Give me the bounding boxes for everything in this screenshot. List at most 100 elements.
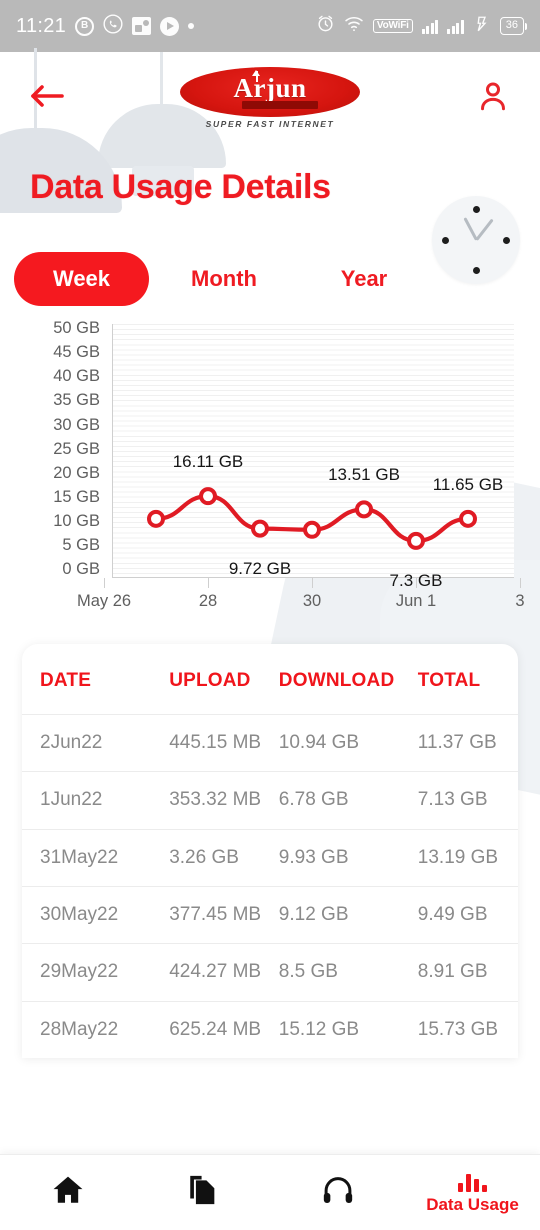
status-bar-left: 11:21 B — [16, 13, 195, 39]
chart-data-point[interactable] — [251, 519, 269, 538]
signal-icon — [421, 19, 439, 34]
chart-data-point[interactable] — [459, 509, 477, 528]
profile-button[interactable] — [470, 75, 516, 121]
chart-y-tick-label: 45 GB — [53, 343, 100, 362]
cell-download: 6.78 GB — [278, 789, 349, 811]
cell-upload: 3.26 GB — [169, 846, 239, 868]
chart-x-tick-label: 3 — [515, 592, 525, 610]
documents-icon — [186, 1173, 220, 1212]
nav-item-data-usage[interactable]: Data Usage — [413, 1170, 533, 1215]
tab-week[interactable]: Week — [14, 252, 149, 306]
cell-date: 2Jun22 — [40, 732, 103, 753]
column-header-download: DOWNLOAD — [278, 670, 395, 691]
chart-x-tick-label: Jun 1 — [395, 592, 437, 610]
chart-x-tick — [312, 578, 314, 588]
tab-year[interactable]: Year — [299, 252, 429, 306]
nav-item-documents[interactable] — [143, 1173, 263, 1212]
chart-y-tick-label: 15 GB — [53, 487, 100, 506]
chart-data-point[interactable] — [407, 531, 425, 550]
cell-date: 1Jun22 — [40, 789, 103, 811]
table-row[interactable]: 29May22 424.27 MB 8.5 GB 8.91 GB — [22, 943, 518, 1000]
chart-y-tick-label: 25 GB — [53, 439, 100, 458]
chart-y-tick-label: 40 GB — [53, 367, 100, 386]
clock-tick — [442, 237, 449, 244]
cell-download: 10.94 GB — [278, 732, 360, 753]
table-row[interactable]: 31May22 3.26 GB 9.93 GB 13.19 GB — [22, 828, 518, 886]
chart-y-axis: 50 GB 45 GB 40 GB 35 GB 30 GB 25 GB 20 GB 15 GB… — [26, 320, 100, 578]
column-header-total: TOTAL — [417, 670, 481, 691]
chart-x-tick-label: 30 — [302, 592, 322, 610]
usage-line-chart: 50 GB 45 GB 40 GB 35 GB 30 GB 25 GB 20 GB 15 GB… — [0, 312, 540, 632]
table-body: 2Jun22 445.15 MB 10.94 GB 11.37 GB 1Jun22 353… — [22, 714, 518, 1058]
cell-download: 15.12 GB — [278, 1018, 360, 1040]
home-icon — [51, 1173, 85, 1212]
bar-chart-icon — [458, 1170, 487, 1192]
cell-total: 7.13 GB — [417, 789, 488, 811]
table-row[interactable]: 1Jun22 353.32 MB 6.78 GB 7.13 GB — [22, 771, 518, 828]
cell-upload: 377.45 MB — [169, 903, 262, 925]
arrow-left-icon — [28, 81, 66, 116]
cell-date: 28May22 — [40, 1018, 119, 1040]
vibrate-icon — [473, 15, 491, 38]
cell-total: 9.49 GB — [417, 903, 488, 925]
logo-wordmark: Arjun — [233, 72, 307, 103]
chart-x-tick — [520, 578, 522, 588]
clock-tick — [503, 237, 510, 244]
chart-x-tick — [208, 578, 210, 588]
battery-icon: 36 — [499, 17, 528, 35]
cell-download: 8.5 GB — [278, 961, 338, 983]
chart-data-point[interactable] — [199, 487, 217, 506]
chart-point-value-label: 9.72 GB — [228, 558, 292, 578]
cell-upload: 625.24 MB — [169, 1018, 262, 1040]
cell-download: 9.12 GB — [278, 903, 349, 925]
chart-point-value-label: 13.51 GB — [328, 465, 400, 485]
page-title: Data Usage Details — [30, 168, 331, 206]
clock-minute-hand — [475, 218, 494, 241]
chart-data-point[interactable] — [355, 500, 373, 519]
headphones-icon — [321, 1173, 355, 1212]
play-icon — [160, 16, 180, 36]
cell-download: 9.93 GB — [278, 846, 349, 868]
chart-y-tick-label: 50 GB — [53, 319, 100, 337]
cell-total: 13.19 GB — [417, 846, 499, 868]
nav-item-support[interactable] — [278, 1173, 398, 1212]
period-tabs: Week Month Year — [14, 252, 526, 306]
whatsapp-icon — [103, 13, 123, 39]
nav-item-label: Data Usage — [426, 1195, 519, 1214]
cell-date: 31May22 — [40, 846, 119, 868]
signal-icon — [447, 19, 464, 34]
tab-month[interactable]: Month — [149, 252, 299, 306]
table-row[interactable]: 2Jun22 445.15 MB 10.94 GB 11.37 GB — [22, 714, 518, 771]
wifi-icon — [344, 15, 364, 37]
chart-point-value-label: 16.11 GB — [172, 452, 244, 472]
chart-y-tick-label: 20 GB — [53, 463, 100, 482]
nav-item-home[interactable] — [8, 1173, 128, 1212]
status-bar-right: VoWiFi 36 — [316, 14, 528, 38]
chart-x-tick-label: 28 — [198, 592, 218, 610]
cell-upload: 353.32 MB — [169, 789, 262, 811]
table-row[interactable]: 28May22 625.24 MB 15.12 GB 15.73 GB — [22, 1000, 518, 1058]
chart-y-tick-label: 5 GB — [62, 536, 100, 555]
status-bar-clock: 11:21 — [16, 14, 67, 37]
chart-data-point[interactable] — [147, 509, 165, 528]
cell-date: 30May22 — [40, 903, 119, 925]
bitcoin-badge-icon: B — [75, 16, 95, 36]
back-button[interactable] — [24, 75, 70, 121]
alarm-icon — [316, 14, 335, 38]
table-row[interactable]: 30May22 377.45 MB 9.12 GB 9.49 GB — [22, 885, 518, 943]
logo-underbar — [242, 101, 318, 110]
chart-y-tick-label: 0 GB — [62, 560, 100, 579]
chart-x-axis: May 26 28 30 Jun 1 3 — [77, 578, 525, 622]
column-header-date: DATE — [40, 670, 92, 691]
chart-series-line — [147, 487, 477, 550]
chart-x-tick-label: May 26 — [76, 592, 132, 610]
status-bar: 11:21 B VoWiFi 36 — [0, 0, 540, 52]
cell-upload: 424.27 MB — [169, 961, 262, 983]
clock-tick — [473, 206, 480, 213]
chart-point-value-label: 11.65 GB — [432, 474, 504, 494]
chart-y-tick-label: 30 GB — [53, 415, 100, 434]
logo-tagline: SUPER FAST INTERNET — [205, 119, 335, 129]
dot-icon — [188, 23, 195, 29]
chart-y-tick-label: 35 GB — [53, 391, 100, 410]
chart-data-point[interactable] — [303, 520, 321, 539]
